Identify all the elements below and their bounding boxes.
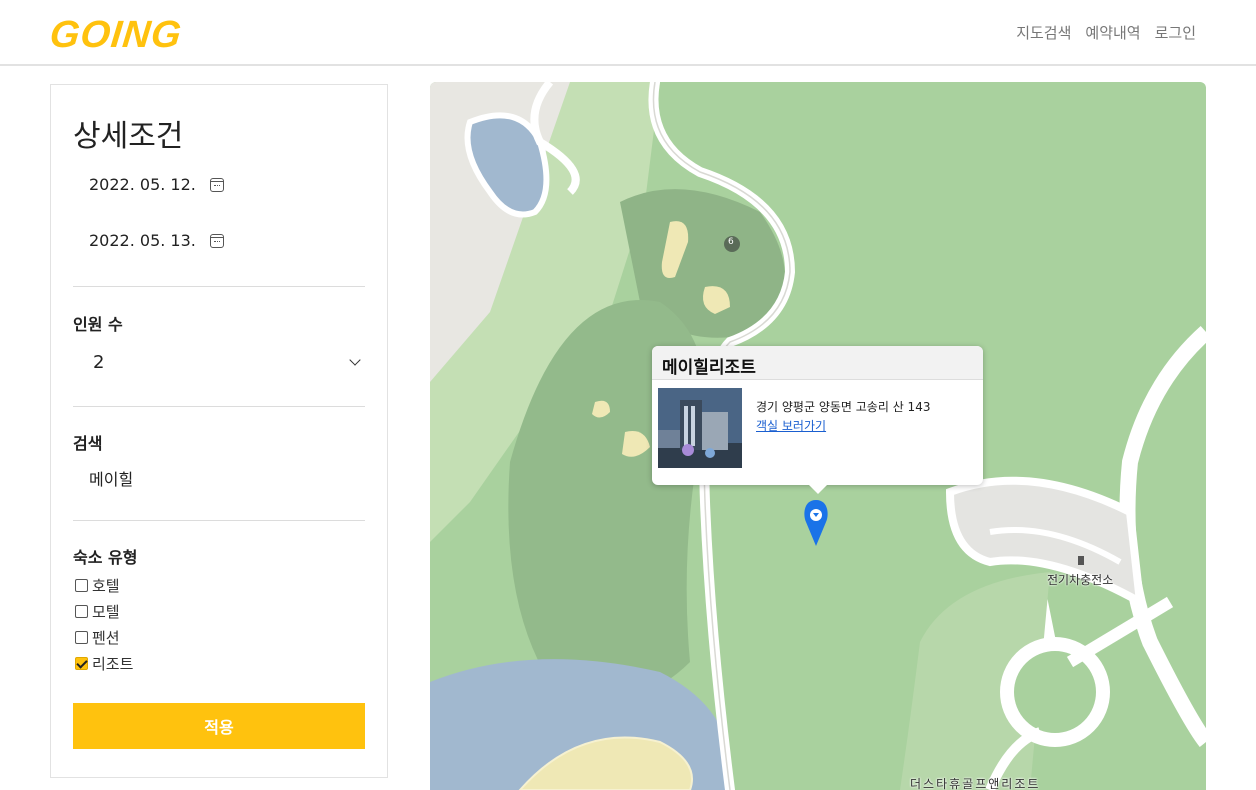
type-checkbox-motel[interactable]: 모텔 — [75, 601, 120, 622]
golf-resort-label[interactable]: 더스타휴골프앤리조트 — [910, 775, 1040, 790]
map-view[interactable]: 6 메이힐리조트 경기 양평군 양동면 고송리 산 143 객실 보러가기 전기… — [430, 82, 1206, 790]
check-in-date-value: 2022. 05. 12. — [89, 175, 196, 194]
checkbox-label: 모텔 — [92, 603, 120, 621]
popup-address: 경기 양평군 양동면 고송리 산 143 — [756, 400, 931, 414]
check-out-date-field[interactable]: 2022. 05. 13. — [89, 231, 224, 250]
divider — [73, 520, 365, 521]
check-in-date-field[interactable]: 2022. 05. 12. — [89, 175, 224, 194]
type-checkbox-hotel[interactable]: 호텔 — [75, 575, 120, 596]
type-checkbox-resort[interactable]: 리조트 — [75, 653, 133, 674]
guests-label: 인원 수 — [73, 315, 123, 334]
resort-photo-icon — [658, 388, 742, 468]
popup-tail — [808, 484, 828, 494]
ev-station-label[interactable]: 전기차충전소 — [1047, 571, 1113, 588]
lodging-type-label: 숙소 유형 — [73, 548, 138, 567]
checkbox[interactable] — [75, 579, 88, 592]
guests-value: 2 — [93, 351, 105, 373]
nav-map-search[interactable]: 지도검색 — [1016, 22, 1071, 43]
checkbox-checked[interactable] — [75, 657, 88, 670]
nav-login[interactable]: 로그인 — [1155, 22, 1196, 43]
filter-panel: 상세조건 2022. 05. 12. 2022. 05. 13. 인원 수 2 … — [50, 84, 388, 778]
view-rooms-link[interactable]: 객실 보러가기 — [756, 417, 826, 434]
nav-reservations[interactable]: 예약내역 — [1085, 22, 1140, 43]
top-nav: 지도검색 예약내역 로그인 — [1016, 22, 1196, 43]
header: GOING 지도검색 예약내역 로그인 — [0, 0, 1256, 66]
guests-select[interactable]: 2 — [93, 349, 365, 375]
search-input[interactable]: 메이힐 — [89, 466, 133, 490]
type-checkbox-pension[interactable]: 펜션 — [75, 627, 120, 648]
resort-thumbnail[interactable] — [658, 388, 742, 468]
checkbox-label: 리조트 — [92, 655, 134, 673]
checkbox[interactable] — [75, 631, 88, 644]
divider — [73, 406, 365, 407]
hole-number-label: 6 — [728, 237, 734, 247]
checkbox-label: 펜션 — [92, 629, 120, 647]
calendar-icon[interactable] — [209, 177, 224, 192]
panel-title: 상세조건 — [73, 119, 184, 154]
search-label: 검색 — [73, 434, 103, 453]
popup-title: 메이힐리조트 — [652, 346, 983, 380]
checkbox-label: 호텔 — [92, 577, 120, 595]
place-popup: 메이힐리조트 경기 양평군 양동면 고송리 산 143 객실 보러가기 — [652, 346, 983, 494]
checkbox[interactable] — [75, 605, 88, 618]
logo[interactable]: GOING — [48, 14, 184, 57]
divider — [73, 286, 365, 287]
calendar-icon[interactable] — [209, 233, 224, 248]
check-out-date-value: 2022. 05. 13. — [89, 231, 196, 250]
apply-button[interactable]: 적용 — [73, 703, 365, 749]
chevron-down-icon — [349, 354, 361, 366]
